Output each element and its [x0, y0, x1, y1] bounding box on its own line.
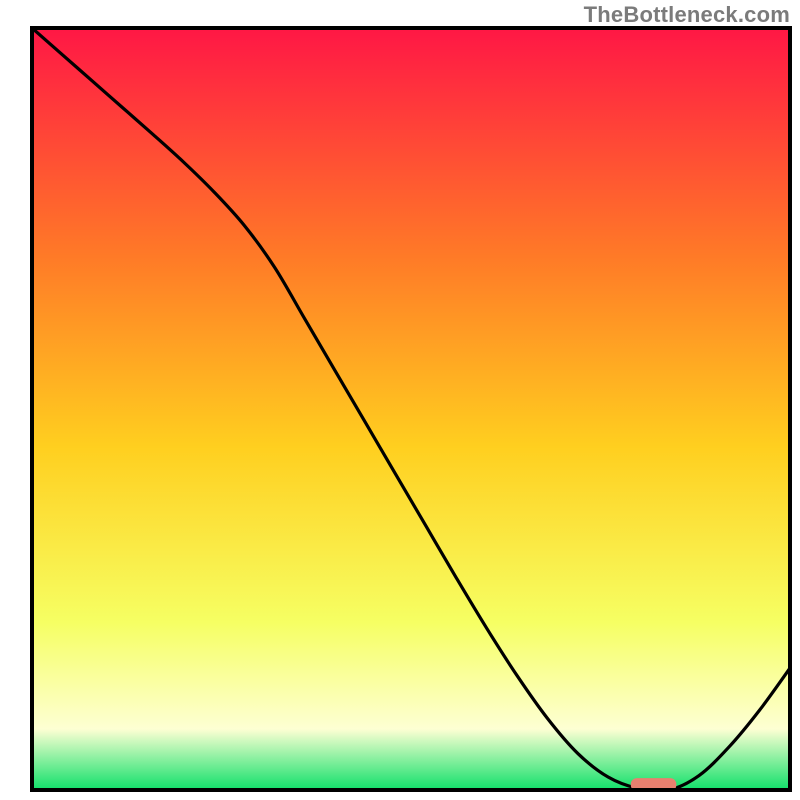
attribution-label: TheBottleneck.com — [584, 2, 790, 28]
plot-area — [32, 28, 790, 791]
gradient-background — [32, 28, 790, 790]
bottleneck-curve-chart — [0, 0, 800, 800]
bottleneck-chart-container: TheBottleneck.com — [0, 0, 800, 800]
